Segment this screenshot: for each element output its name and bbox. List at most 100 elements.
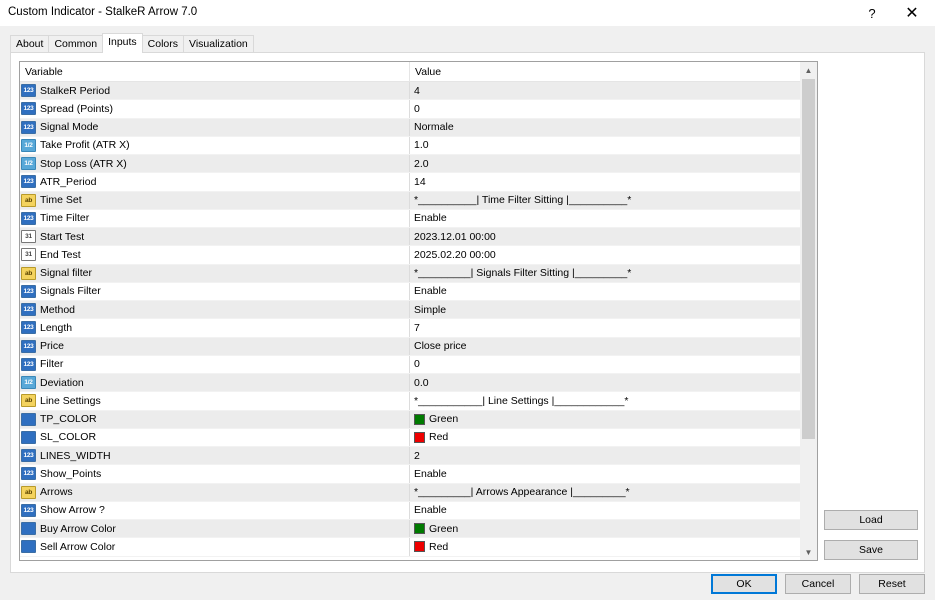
variable-name: Signal Mode	[40, 121, 98, 133]
variable-name: Line Settings	[40, 395, 101, 407]
table-row[interactable]: Sell Arrow ColorRed	[20, 538, 817, 556]
integer-type-icon: 123	[21, 358, 36, 371]
vertical-scrollbar[interactable]: ▲ ▼	[800, 62, 817, 560]
table-row[interactable]: abLine Settings*___________| Line Settin…	[20, 392, 817, 410]
variable-name: Length	[40, 322, 72, 334]
ok-button[interactable]: OK	[711, 574, 777, 594]
table-row[interactable]: 123LINES_WIDTH2	[20, 447, 817, 465]
save-button[interactable]: Save	[824, 540, 918, 560]
value-cell[interactable]: 2025.02.20 00:00	[410, 249, 800, 261]
variable-cell: 123StalkeR Period	[20, 82, 410, 99]
table-row[interactable]: 123MethodSimple	[20, 301, 817, 319]
table-row[interactable]: SL_COLORRed	[20, 429, 817, 447]
value-cell[interactable]: 4	[410, 85, 800, 97]
window-title: Custom Indicator - StalkeR Arrow 7.0	[8, 6, 197, 18]
tab-colors[interactable]: Colors	[142, 35, 184, 53]
value-text: Close price	[414, 340, 467, 352]
table-row[interactable]: 123 Signal Mode Normale	[20, 119, 817, 137]
integer-type-icon: 123	[21, 467, 36, 480]
variable-name: Start Test	[40, 231, 84, 243]
value-cell[interactable]: 2.0	[410, 158, 800, 170]
table-row[interactable]: 1/2Take Profit (ATR X)1.0	[20, 137, 817, 155]
value-cell[interactable]: 7	[410, 322, 800, 334]
value-cell[interactable]: Simple	[410, 304, 800, 316]
value-cell[interactable]: 1.0	[410, 139, 800, 151]
integer-type-icon: 123	[21, 212, 36, 225]
value-cell[interactable]: Red	[410, 431, 800, 443]
table-row[interactable]: abArrows*_________| Arrows Appearance |_…	[20, 484, 817, 502]
integer-type-icon: 123	[21, 121, 36, 134]
value-cell[interactable]: *__________| Time Filter Sitting |______…	[410, 194, 800, 206]
column-header-value[interactable]: Value	[410, 62, 800, 81]
value-cell[interactable]: 14	[410, 176, 800, 188]
color-swatch	[414, 541, 425, 552]
variable-name: Take Profit (ATR X)	[40, 139, 130, 151]
load-button[interactable]: Load	[824, 510, 918, 530]
value-text: Normale	[414, 121, 454, 133]
value-cell[interactable]: *___________| Line Settings |___________…	[410, 395, 800, 407]
variable-cell: 123Filter	[20, 356, 410, 373]
scroll-down-arrow-icon[interactable]: ▼	[800, 544, 817, 560]
variable-cell: 123Length	[20, 319, 410, 336]
value-cell[interactable]: 2	[410, 450, 800, 462]
value-cell[interactable]: *_________| Signals Filter Sitting |____…	[410, 267, 800, 279]
value-cell[interactable]: Enable	[410, 468, 800, 480]
table-row[interactable]: 123Spread (Points)0	[20, 100, 817, 118]
table-row[interactable]: Buy Arrow ColorGreen	[20, 520, 817, 538]
tab-visualization[interactable]: Visualization	[183, 35, 254, 53]
variable-cell: abArrows	[20, 484, 410, 501]
variable-cell: Sell Arrow Color	[20, 538, 410, 555]
tab-about[interactable]: About	[10, 35, 49, 53]
table-row[interactable]: TP_COLORGreen	[20, 411, 817, 429]
reset-button[interactable]: Reset	[859, 574, 925, 594]
variable-cell: 123Show Arrow ?	[20, 502, 410, 519]
scroll-thumb[interactable]	[802, 79, 815, 439]
table-row[interactable]: abTime Set*__________| Time Filter Sitti…	[20, 192, 817, 210]
value-cell[interactable]: Green	[410, 413, 800, 425]
table-row[interactable]: 123PriceClose price	[20, 338, 817, 356]
table-row[interactable]: 31Start Test2023.12.01 00:00	[20, 228, 817, 246]
table-row[interactable]: 123Show_PointsEnable	[20, 465, 817, 483]
color-type-icon	[21, 540, 36, 553]
table-row[interactable]: 123StalkeR Period4	[20, 82, 817, 100]
variable-name: Time Set	[40, 194, 82, 206]
value-text: 2023.12.01 00:00	[414, 231, 496, 243]
variable-name: Signal filter	[40, 267, 92, 279]
column-header-variable[interactable]: Variable	[20, 62, 410, 81]
value-cell[interactable]: Green	[410, 523, 800, 535]
close-button[interactable]: ✕	[894, 0, 930, 26]
table-row[interactable]: 123Signals FilterEnable	[20, 283, 817, 301]
variable-cell: 123Signals Filter	[20, 283, 410, 300]
value-cell[interactable]: Enable	[410, 212, 800, 224]
value-cell[interactable]: 0.0	[410, 377, 800, 389]
value-text: Green	[429, 523, 458, 535]
value-cell[interactable]: *_________| Arrows Appearance |_________…	[410, 486, 800, 498]
variable-name: LINES_WIDTH	[40, 450, 111, 462]
table-row[interactable]: 123Time FilterEnable	[20, 210, 817, 228]
cancel-button[interactable]: Cancel	[785, 574, 851, 594]
value-cell[interactable]: Enable	[410, 504, 800, 516]
table-row[interactable]: 123Filter0	[20, 356, 817, 374]
value-text: Enable	[414, 468, 447, 480]
variable-cell: 123ATR_Period	[20, 173, 410, 190]
table-row[interactable]: 123Show Arrow ?Enable	[20, 502, 817, 520]
help-button[interactable]: ?	[854, 0, 890, 26]
value-cell[interactable]: Normale	[410, 121, 800, 133]
tab-common[interactable]: Common	[48, 35, 103, 53]
inputs-panel: Variable Value 123StalkeR Period4123Spre…	[10, 52, 925, 573]
table-row[interactable]: 123ATR_Period14	[20, 173, 817, 191]
value-cell[interactable]: 0	[410, 358, 800, 370]
table-row[interactable]: 1/2Deviation0.0	[20, 374, 817, 392]
table-row[interactable]: 123Length7	[20, 319, 817, 337]
table-row[interactable]: 31End Test2025.02.20 00:00	[20, 246, 817, 264]
table-row[interactable]: 1/2Stop Loss (ATR X)2.0	[20, 155, 817, 173]
value-cell[interactable]: Enable	[410, 285, 800, 297]
value-cell[interactable]: Red	[410, 541, 800, 553]
scroll-up-arrow-icon[interactable]: ▲	[800, 62, 817, 78]
value-cell[interactable]: 2023.12.01 00:00	[410, 231, 800, 243]
value-cell[interactable]: 0	[410, 103, 800, 115]
value-cell[interactable]: Close price	[410, 340, 800, 352]
tab-inputs[interactable]: Inputs	[102, 33, 143, 53]
table-row[interactable]: abSignal filter*_________| Signals Filte…	[20, 265, 817, 283]
variable-cell: 1/2Take Profit (ATR X)	[20, 137, 410, 154]
